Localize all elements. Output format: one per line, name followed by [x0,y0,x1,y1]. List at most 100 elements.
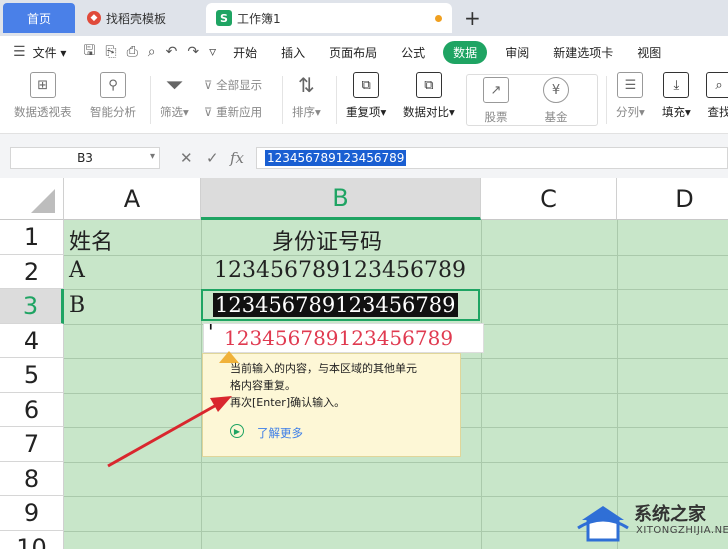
smart-analysis-icon: ⚲ [100,72,126,98]
tooltip-line-3: 再次[Enter]确认输入。 [230,396,346,409]
row-header-2[interactable]: 2 [0,255,64,289]
tooltip-line-2: 格内容重复。 [230,379,296,392]
tooltip-line-1: 当前输入的内容，与本区域的其他单元 [230,362,417,375]
menu-data[interactable]: 数据 [443,40,488,64]
tab-template[interactable]: ◆ 找稻壳模板 [79,3,204,33]
formula-input[interactable]: 123456789123456789 [256,147,728,169]
autocomplete-suggestion[interactable]: ' 123456789123456789 [203,320,484,353]
menu-file[interactable]: 文件 ▾ [31,44,79,61]
worksheet-grid[interactable]: A B C D 1 2 3 4 5 6 7 8 9 10 姓名 身份证号码 A … [0,178,728,549]
watermark-house-icon [577,506,629,542]
formula-bar: B3 ▾ ✕ ✓ fx 123456789123456789 [0,134,728,178]
ribbon-data: ⊞ 数据透视表 ⚲ 智能分析 ⏷ 筛选▾ ⊽ 全部显示 ⊽ 重新应用 ⇅ 排序▾… [0,68,728,134]
menu-start[interactable]: 开始 [221,44,269,61]
menu-review[interactable]: 审阅 [493,44,541,61]
tab-workbook[interactable]: S 工作簿1 [206,3,452,33]
name-box[interactable]: B3 ▾ [10,147,160,169]
filter-icon: ⏷ [165,72,184,98]
row-header-5[interactable]: 5 [0,358,64,393]
fill-icon: ⤓ [663,72,690,98]
gridline [481,220,482,549]
cell-b1[interactable]: 身份证号码 [272,224,382,256]
row-header-3[interactable]: 3 [0,289,64,324]
row-header-10[interactable]: 10 [0,531,64,549]
cell-a2[interactable]: A [69,258,85,283]
row-header-8[interactable]: 8 [0,462,64,496]
fund-button[interactable]: ¥ 基金 [543,77,569,125]
more-dropdown-icon[interactable]: ▿ [204,44,221,60]
watermark-logo: 系统之家 XITONGZHIJIA.NET [574,496,728,546]
menu-new-tab[interactable]: 新建选项卡 [541,44,625,61]
row-header-9[interactable]: 9 [0,496,64,531]
split-column-button[interactable]: ☰ 分列▾ [616,72,645,120]
menu-insert[interactable]: 插入 [269,44,317,61]
ribbon-divider [282,76,283,124]
menu-file-label: 文件 [32,45,57,60]
learn-more-link[interactable]: 了解更多 [257,425,303,441]
docer-logo-icon: ◆ [87,11,101,25]
sort-icon: ⇅ [298,73,315,97]
menu-page-layout[interactable]: 页面布局 [317,44,389,61]
reapply-button[interactable]: ⊽ 重新应用 [204,104,262,120]
gridline [64,462,728,463]
stock-chart-icon: ↗ [483,77,509,103]
column-header-c[interactable]: C [481,178,617,220]
watermark-title: 系统之家 [634,504,706,525]
undo-icon[interactable]: ↶ [161,44,183,60]
gridline [64,255,728,256]
export-icon[interactable]: ⎘ [100,44,121,60]
find-button[interactable]: ⌕ 查找 [706,72,728,120]
duplicates-button[interactable]: ⧉ 重复项▾ [346,72,386,120]
duplicate-warning-tooltip: 当前输入的内容，与本区域的其他单元 格内容重复。 再次[Enter]确认输入。 … [202,351,461,457]
sort-label: 排序▾ [292,105,321,119]
cell-b2[interactable]: 123456789123456789 [214,258,466,283]
ribbon-divider [150,76,151,124]
redo-icon[interactable]: ↷ [182,44,204,60]
fill-button[interactable]: ⤓ 填充▾ [662,72,691,120]
data-compare-icon: ⧉ [415,72,442,98]
column-header-b[interactable]: B [201,178,481,220]
column-header-d[interactable]: D [617,178,728,220]
find-icon: ⌕ [706,72,728,98]
filter-button[interactable]: ⏷ 筛选▾ [160,72,189,120]
tab-template-label: 找稻壳模板 [106,11,167,26]
stock-label: 股票 [484,110,508,124]
active-cell-b3[interactable]: 123456789123456789 [201,289,480,321]
cancel-icon[interactable]: ✕ [180,149,193,167]
confirm-icon[interactable]: ✓ [206,149,219,167]
row-header-4[interactable]: 4 [0,324,64,358]
select-all-corner[interactable] [0,178,64,220]
filter-label: 筛选▾ [160,105,189,119]
insert-function-icon[interactable]: fx [230,149,244,167]
show-all-button[interactable]: ⊽ 全部显示 [204,77,262,93]
cell-a3[interactable]: B [69,293,85,318]
column-header-a[interactable]: A [64,178,201,220]
menu-view[interactable]: 视图 [625,44,673,61]
save-icon[interactable]: 🖫 [78,40,100,64]
watermark-url: XITONGZHIJIA.NET [636,525,728,536]
play-circle-icon: ▶ [230,424,244,438]
new-tab-button[interactable]: + [464,6,481,30]
stock-fund-gallery: ↗ 股票 ¥ 基金 [466,74,598,126]
menu-formula[interactable]: 公式 [389,44,437,61]
ribbon-divider [336,76,337,124]
row-header-6[interactable]: 6 [0,393,64,427]
row-header-7[interactable]: 7 [0,427,64,462]
active-cell-value: 123456789123456789 [213,293,458,317]
split-column-icon: ☰ [617,72,644,98]
cell-a1[interactable]: 姓名 [69,224,113,256]
row-header-1[interactable]: 1 [0,220,64,255]
tab-strip: 首页 ◆ 找稻壳模板 S 工作簿1 + [0,0,728,36]
print-icon[interactable]: ⎙ [122,44,143,60]
tab-home[interactable]: 首页 [3,3,75,33]
pivot-table-button[interactable]: ⊞ 数据透视表 [14,72,72,120]
data-compare-button[interactable]: ⧉ 数据对比▾ [403,72,455,120]
stock-button[interactable]: ↗ 股票 [483,77,509,125]
show-all-label: 全部显示 [216,78,263,92]
smart-analysis-label: 智能分析 [90,105,136,119]
hamburger-icon[interactable]: ☰ [8,44,31,60]
sort-button[interactable]: ⇅ 排序▾ [292,72,321,120]
smart-analysis-button[interactable]: ⚲ 智能分析 [90,72,136,120]
preview-icon[interactable]: ⌕ [143,44,161,60]
chevron-down-icon[interactable]: ▾ [150,151,155,162]
